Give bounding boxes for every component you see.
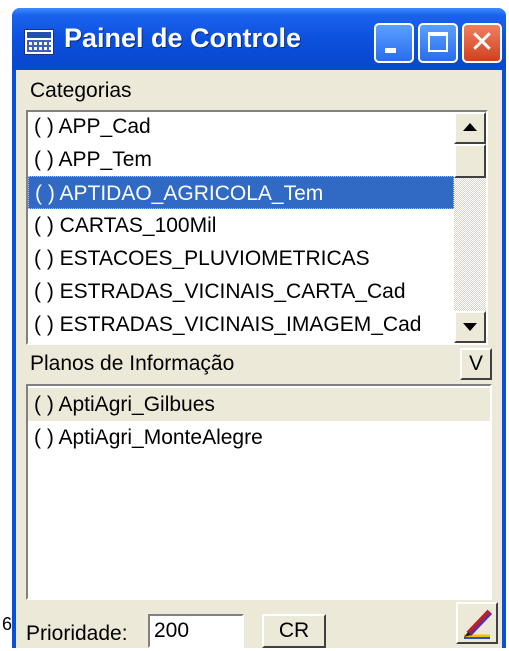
categories-list[interactable]: ( ) APP_Cad ( ) APP_Tem ( ) APTIDAO_AGRI… bbox=[26, 110, 488, 345]
list-item[interactable]: ( ) ESTACOES_PLUVIOMETRICAS bbox=[28, 242, 454, 275]
list-item[interactable]: ( ) APP_Cad bbox=[28, 112, 454, 143]
list-item[interactable]: ( ) CARTAS_100Mil bbox=[28, 209, 454, 242]
scroll-thumb[interactable] bbox=[454, 144, 486, 178]
minimize-button[interactable] bbox=[374, 23, 414, 63]
pencil-edit-icon bbox=[464, 609, 493, 639]
planos-label: Planos de Informação bbox=[30, 352, 235, 375]
list-item[interactable]: ( ) AptiAgri_Gilbues bbox=[28, 388, 490, 421]
window-title: Painel de Controle bbox=[64, 23, 302, 53]
categories-label: Categorias bbox=[30, 79, 132, 102]
list-item[interactable]: ( ) ESTRADAS_VICINAIS_CARTA_Cad bbox=[28, 275, 454, 308]
planos-list[interactable]: ( ) AptiAgri_Gilbues ( ) AptiAgri_MonteA… bbox=[26, 384, 492, 600]
categories-list-content: ( ) APP_Cad ( ) APP_Tem ( ) APTIDAO_AGRI… bbox=[28, 112, 454, 343]
list-item[interactable]: ( ) AptiAgri_MonteAlegre bbox=[28, 421, 490, 454]
list-item-selected[interactable]: ( ) APTIDAO_AGRICOLA_Tem bbox=[28, 176, 454, 209]
categories-scrollbar[interactable] bbox=[454, 112, 486, 343]
title-bar[interactable]: Painel de Controle ✕ bbox=[12, 8, 506, 70]
minimize-icon bbox=[385, 48, 396, 53]
arrow-up-icon bbox=[463, 123, 477, 131]
window-client-area: Categorias ( ) APP_Cad ( ) APP_Tem ( ) A… bbox=[16, 70, 502, 648]
planos-list-content: ( ) AptiAgri_Gilbues ( ) AptiAgri_MonteA… bbox=[28, 388, 490, 598]
scroll-up-button[interactable] bbox=[454, 112, 486, 144]
arrow-down-icon bbox=[463, 323, 477, 331]
maximize-icon bbox=[428, 32, 448, 52]
edit-button[interactable] bbox=[456, 602, 498, 644]
background-text: 6 bbox=[2, 614, 13, 634]
app-grid-icon[interactable] bbox=[24, 29, 54, 55]
cr-button[interactable]: CR bbox=[262, 614, 326, 648]
priority-label: Prioridade: bbox=[26, 622, 128, 645]
scroll-down-button[interactable] bbox=[454, 311, 486, 343]
close-icon: ✕ bbox=[469, 26, 495, 59]
list-item[interactable]: ( ) ESTRADAS_VICINAIS_IMAGEM_Cad bbox=[28, 308, 454, 341]
control-panel-window: Painel de Controle ✕ Categorias ( ) APP_… bbox=[12, 8, 506, 648]
planos-toggle-button[interactable]: V bbox=[460, 348, 492, 380]
priority-input[interactable] bbox=[148, 614, 244, 648]
list-item[interactable]: ( ) APP_Tem bbox=[28, 143, 454, 176]
maximize-button[interactable] bbox=[418, 23, 458, 63]
close-button[interactable]: ✕ bbox=[462, 23, 502, 63]
